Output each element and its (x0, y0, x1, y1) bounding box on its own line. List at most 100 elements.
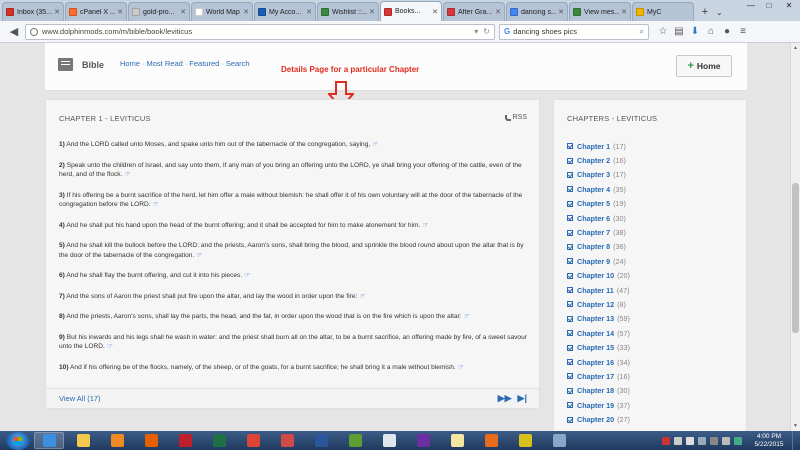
rss-link[interactable]: RSS (504, 114, 527, 121)
chapter-link[interactable]: Chapter 2 (577, 156, 610, 165)
home-button[interactable]: + Home (676, 55, 732, 77)
chapter-list-item[interactable]: Chapter 20 (27) (567, 412, 630, 426)
like-hand-icon[interactable]: ☞ (372, 141, 378, 148)
chapter-list-item[interactable]: Chapter 13 (59) (567, 312, 630, 326)
menu-link-featured[interactable]: Featured (189, 59, 219, 68)
tab-close-icon[interactable]: ✕ (495, 8, 501, 16)
dropdown-arrow-icon[interactable]: ▾ (474, 27, 478, 36)
chapter-link[interactable]: Chapter 5 (577, 199, 610, 208)
chapter-link[interactable]: Chapter 16 (577, 358, 614, 367)
chapter-list-item[interactable]: Chapter 3 (17) (567, 168, 630, 182)
browser-tab[interactable]: Wishlist ::... ✕ (317, 2, 379, 21)
taskbar-app-notes[interactable] (442, 432, 472, 449)
show-desktop-button[interactable] (792, 431, 800, 450)
chapter-link[interactable]: Chapter 20 (577, 415, 614, 424)
like-hand-icon[interactable]: ☞ (359, 293, 365, 300)
like-hand-icon[interactable]: ☞ (153, 201, 159, 208)
tab-close-icon[interactable]: ✕ (180, 8, 186, 16)
chapter-list-item[interactable]: Chapter 5 (19) (567, 197, 630, 211)
like-hand-icon[interactable]: ☞ (458, 364, 464, 371)
chapter-link[interactable]: Chapter 7 (577, 228, 610, 237)
chapter-list-item[interactable]: Chapter 6 (30) (567, 211, 630, 225)
pdf-tray-icon[interactable] (662, 436, 670, 445)
battery-tray-icon[interactable] (722, 436, 730, 445)
like-hand-icon[interactable]: ☞ (422, 222, 428, 229)
browser-tab[interactable]: After Gra... ✕ (443, 2, 505, 21)
chapter-link[interactable]: Chapter 11 (577, 286, 614, 295)
chapter-list-item[interactable]: Chapter 2 (16) (567, 153, 630, 167)
search-input[interactable]: dancing shoes pics (513, 27, 639, 36)
browser-tab[interactable]: My Acco... ✕ (254, 2, 316, 21)
browser-tab[interactable]: cPanel X ... ✕ (65, 2, 127, 21)
chapter-link[interactable]: Chapter 1 (577, 142, 610, 151)
taskbar-app-filezilla[interactable] (170, 432, 200, 449)
chapter-list-item[interactable]: Chapter 14 (57) (567, 326, 630, 340)
next-page-icon[interactable]: ▶▶ (498, 393, 512, 404)
like-hand-icon[interactable]: ☞ (124, 171, 130, 178)
chapter-list-item[interactable]: Chapter 8 (36) (567, 240, 630, 254)
browser-tab[interactable]: Books... ✕ (380, 1, 442, 21)
taskbar-app-media[interactable] (102, 432, 132, 449)
address-bar[interactable]: www.dolphinmods.com/m/bible/book/levitic… (25, 23, 495, 40)
keyboard-tray-icon[interactable] (710, 436, 718, 445)
security-tray-icon[interactable] (734, 436, 742, 445)
browser-tab[interactable]: Inbox (35... ✕ (2, 2, 64, 21)
tab-close-icon[interactable]: ✕ (621, 8, 627, 16)
tab-close-icon[interactable]: ✕ (306, 8, 312, 16)
page-scrollbar[interactable]: ▲ ▼ (790, 43, 800, 431)
chapter-link[interactable]: Chapter 17 (577, 372, 614, 381)
minimize-button[interactable]: — (742, 0, 760, 13)
back-button[interactable]: ◀ (5, 24, 23, 40)
scroll-up-icon[interactable]: ▲ (793, 45, 798, 51)
taskbar-app-tools[interactable] (544, 432, 574, 449)
tab-close-icon[interactable]: ✕ (54, 8, 60, 16)
like-hand-icon[interactable]: ☞ (196, 252, 202, 259)
home-icon[interactable]: ⌂ (703, 26, 719, 37)
chapter-link[interactable]: Chapter 14 (577, 329, 614, 338)
chapter-link[interactable]: Chapter 8 (577, 242, 610, 251)
chapter-list-item[interactable]: Chapter 12 (8) (567, 297, 630, 311)
network-tray-icon[interactable] (698, 436, 706, 445)
view-all-link[interactable]: View All (17) (59, 394, 101, 403)
browser-tab[interactable]: dancing s... ✕ (506, 2, 568, 21)
taskbar-app-ie[interactable] (34, 432, 64, 449)
download-icon[interactable]: ⬇ (687, 26, 703, 37)
chapter-list-item[interactable]: Chapter 1 (17) (567, 139, 630, 153)
tab-close-icon[interactable]: ✕ (369, 8, 375, 16)
taskbar-app-yellow-app[interactable] (510, 432, 540, 449)
like-hand-icon[interactable]: ☞ (244, 272, 250, 279)
chapter-link[interactable]: Chapter 12 (577, 300, 614, 309)
reading-list-icon[interactable]: ▤ (671, 26, 687, 37)
new-tab-button[interactable]: + (698, 5, 712, 19)
close-window-button[interactable]: ✕ (778, 0, 800, 13)
chapter-list-item[interactable]: Chapter 16 (34) (567, 355, 630, 369)
chapter-list-item[interactable]: Chapter 4 (35) (567, 182, 630, 196)
chapter-link[interactable]: Chapter 6 (577, 214, 610, 223)
tab-close-icon[interactable]: ✕ (243, 8, 249, 16)
chapter-link[interactable]: Chapter 19 (577, 401, 614, 410)
scroll-down-icon[interactable]: ▼ (793, 423, 798, 429)
menu-icon[interactable]: ≡ (735, 26, 751, 37)
chapter-link[interactable]: Chapter 18 (577, 386, 614, 395)
chapter-link[interactable]: Chapter 9 (577, 257, 610, 266)
menu-link-search[interactable]: Search (226, 59, 250, 68)
notification-tray-icon[interactable] (674, 436, 682, 445)
taskbar-app-firefox[interactable] (136, 432, 166, 449)
taskbar-app-word[interactable] (306, 432, 336, 449)
chapter-link[interactable]: Chapter 15 (577, 343, 614, 352)
menu-link-most-read[interactable]: Most Read (147, 59, 183, 68)
taskbar-app-orange-app[interactable] (476, 432, 506, 449)
browser-tab[interactable]: World Map A...✕ (191, 2, 253, 21)
taskbar-app-excel[interactable] (204, 432, 234, 449)
chapter-list-item[interactable]: Chapter 7 (38) (567, 225, 630, 239)
chapter-list-item[interactable]: Chapter 11 (47) (567, 283, 630, 297)
taskbar-app-ab-app[interactable] (374, 432, 404, 449)
like-hand-icon[interactable]: ☞ (464, 313, 470, 320)
taskbar-app-purple-app[interactable] (408, 432, 438, 449)
browser-tab[interactable]: View mes... ✕ (569, 2, 631, 21)
chapter-list-item[interactable]: Chapter 19 (37) (567, 398, 630, 412)
start-button[interactable] (6, 431, 30, 450)
maximize-button[interactable]: □ (760, 0, 778, 13)
tab-close-icon[interactable]: ✕ (432, 8, 438, 16)
chapter-link[interactable]: Chapter 13 (577, 314, 614, 323)
